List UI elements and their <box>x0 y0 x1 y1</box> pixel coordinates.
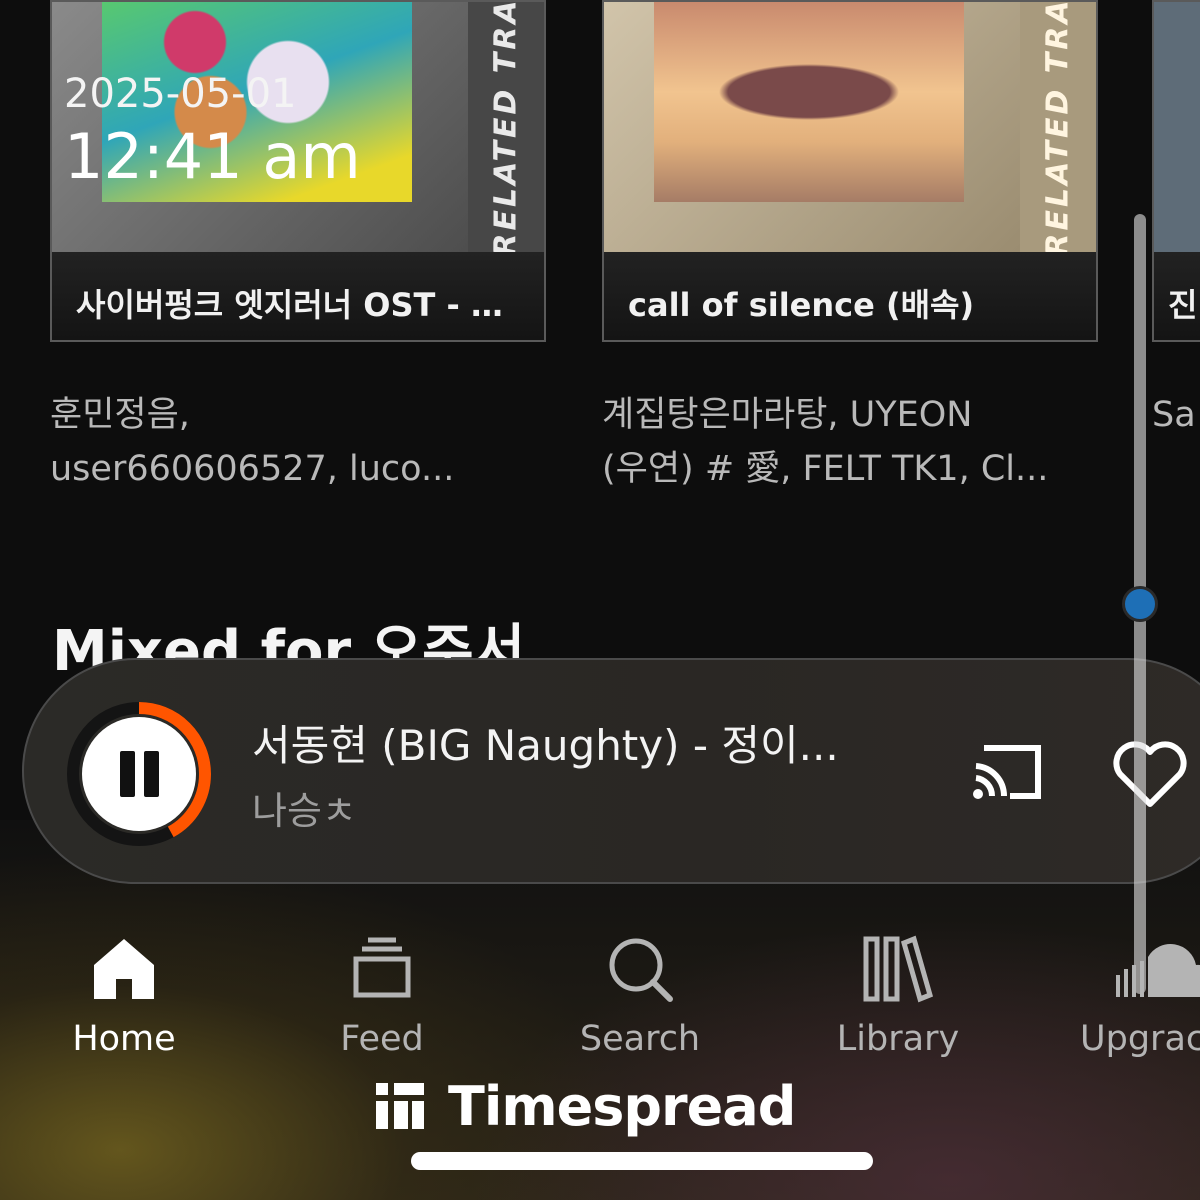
home-icon <box>94 939 154 999</box>
date-label: 2025-05-01 <box>64 71 297 117</box>
card-title: 사이버펑크 엣지러너 OST - ... <box>76 286 506 324</box>
tab-search[interactable]: Search <box>540 935 740 1059</box>
pause-button[interactable] <box>82 717 196 831</box>
watermark-text: Timespread <box>448 1074 796 1138</box>
mini-player[interactable]: 서동현 (BIG Naughty) - 정이... 나승ㅊ <box>22 658 1200 884</box>
tab-label: Home <box>72 1019 176 1059</box>
feed-icon <box>353 937 411 998</box>
now-playing-title[interactable]: 서동현 (BIG Naughty) - 정이... <box>252 712 912 773</box>
tab-feed[interactable]: Feed <box>282 935 482 1059</box>
tab-label: Search <box>579 1019 701 1059</box>
card-artists[interactable]: 계집탕은마라탕, UYEON (우연) # 愛, FELT TK1, Cl... <box>602 388 1082 496</box>
tab-home[interactable]: Home <box>24 935 224 1059</box>
card-title: 진 <box>1168 286 1198 324</box>
artists-line: (우연) # 愛, FELT TK1, Cl... <box>602 449 1049 489</box>
card-title: call of silence (배속) <box>628 286 975 324</box>
album-art <box>654 2 964 202</box>
cast-icon[interactable] <box>972 742 1046 804</box>
artists-line: user660606527, luco... <box>50 449 455 489</box>
related-tracks-ribbon: RELATED TRA <box>1020 0 1096 257</box>
tab-label: Library <box>836 1019 960 1059</box>
timespread-logo-icon <box>376 1083 424 1129</box>
home-indicator[interactable] <box>411 1152 873 1170</box>
card-title-bar: call of silence (배속) <box>604 252 1096 340</box>
now-playing-artist[interactable]: 나승ㅊ <box>252 780 357 835</box>
scrollbar-thumb[interactable] <box>1122 586 1158 622</box>
card-artists[interactable]: 훈민정음, user660606527, luco... <box>50 388 530 496</box>
timespread-watermark: Timespread <box>374 1074 796 1138</box>
search-icon <box>609 938 673 1002</box>
artists-line: Sa <box>1152 395 1196 435</box>
artists-line: 훈민정음, <box>50 395 190 435</box>
artists-line: 계집탕은마라탕, UYEON <box>602 395 973 435</box>
heart-icon[interactable] <box>1112 740 1188 810</box>
related-track-card[interactable]: RELATED TRA call of silence (배속) <box>602 0 1098 342</box>
tab-label: Upgrac <box>1080 1019 1200 1059</box>
ribbon-label: RELATED TRA <box>488 0 524 257</box>
soundcloud-icon <box>1116 944 1200 997</box>
ribbon-label: RELATED TRA <box>1040 0 1076 257</box>
timestamp-overlay: 2025-05-01 12:41 am <box>64 70 361 196</box>
time-label: 12:41 am <box>64 120 361 193</box>
tab-upgrade[interactable]: Upgrac <box>1050 935 1200 1059</box>
card-title-bar: 사이버펑크 엣지러너 OST - ... <box>52 252 544 340</box>
card-artists[interactable]: Sa <box>1152 388 1200 442</box>
related-tracks-ribbon: RELATED TRA <box>468 0 544 257</box>
tab-library[interactable]: Library <box>798 935 998 1059</box>
related-track-card[interactable]: 진 <box>1152 0 1200 342</box>
tab-label: Feed <box>340 1019 424 1059</box>
library-icon <box>863 935 934 1003</box>
card-title-bar: 진 <box>1154 252 1200 340</box>
